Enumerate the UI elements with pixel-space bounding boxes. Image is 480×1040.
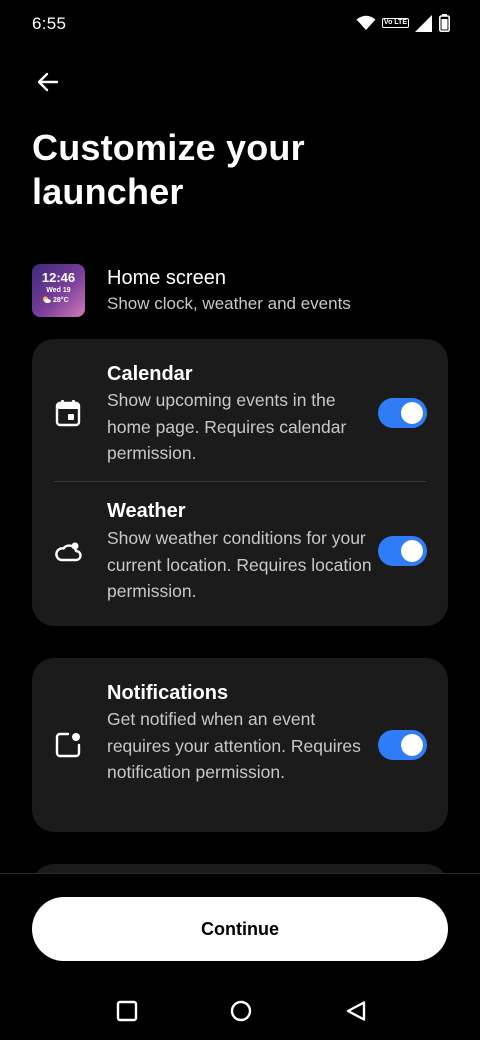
calendar-icon [54,399,82,427]
home-screen-subtitle: Show clock, weather and events [107,294,351,313]
sun-cloud-icon [42,296,51,305]
home-screen-row: 12:46 Wed 19 28°C Home screen Show clock… [32,264,448,318]
page-title: Customize your launcher [32,127,305,212]
notifications-toggle[interactable] [378,730,427,760]
status-time: 6:55 [32,14,67,33]
nav-back-button[interactable] [343,1000,369,1026]
setting-title: Notifications [107,682,229,704]
toggle-knob [401,540,423,562]
nav-home-button[interactable] [228,1000,254,1026]
continue-button[interactable]: Continue [32,897,448,961]
recents-icon [116,1000,138,1027]
system-navbar [0,990,480,1040]
status-bar: 6:55 Vo LTE [0,0,480,48]
volte-icon: Vo LTE [381,18,409,28]
battery-icon [439,14,450,32]
setting-weather[interactable]: Weather Show weather conditions for your… [32,482,448,626]
setting-calendar[interactable]: Calendar Show upcoming events in the hom… [32,339,448,481]
notification-icon [54,731,82,759]
back-button[interactable] [30,66,66,102]
calendar-toggle[interactable] [378,398,427,428]
toggle-knob [401,402,423,424]
home-screen-title: Home screen [107,267,226,289]
cloud-icon [54,538,82,566]
widget-preview: 12:46 Wed 19 28°C [32,264,85,317]
home-icon [230,1000,252,1027]
setting-description: Show weather conditions for your current… [107,528,372,601]
widget-temp-row: 28°C [42,296,69,305]
card-notifications: Notifications Get notified when an event… [32,658,448,832]
widget-temp: 28°C [53,297,69,304]
setting-title: Weather [107,500,186,522]
status-icons: Vo LTE [356,14,450,32]
setting-notifications[interactable]: Notifications Get notified when an event… [32,658,448,832]
setting-title: Calendar [107,363,193,385]
setting-description: Show upcoming events in the home page. R… [107,390,347,463]
card-calendar-weather: Calendar Show upcoming events in the hom… [32,339,448,626]
setting-description: Get notified when an event requires your… [107,709,361,782]
toggle-knob [401,734,423,756]
widget-time: 12:46 [41,270,76,285]
weather-toggle[interactable] [378,536,427,566]
wifi-icon [356,15,376,31]
widget-date: Wed 19 [46,287,71,294]
nav-recents-button[interactable] [114,1000,140,1026]
arrow-back-icon [36,70,60,99]
back-icon [345,1000,367,1027]
signal-icon [415,14,433,32]
